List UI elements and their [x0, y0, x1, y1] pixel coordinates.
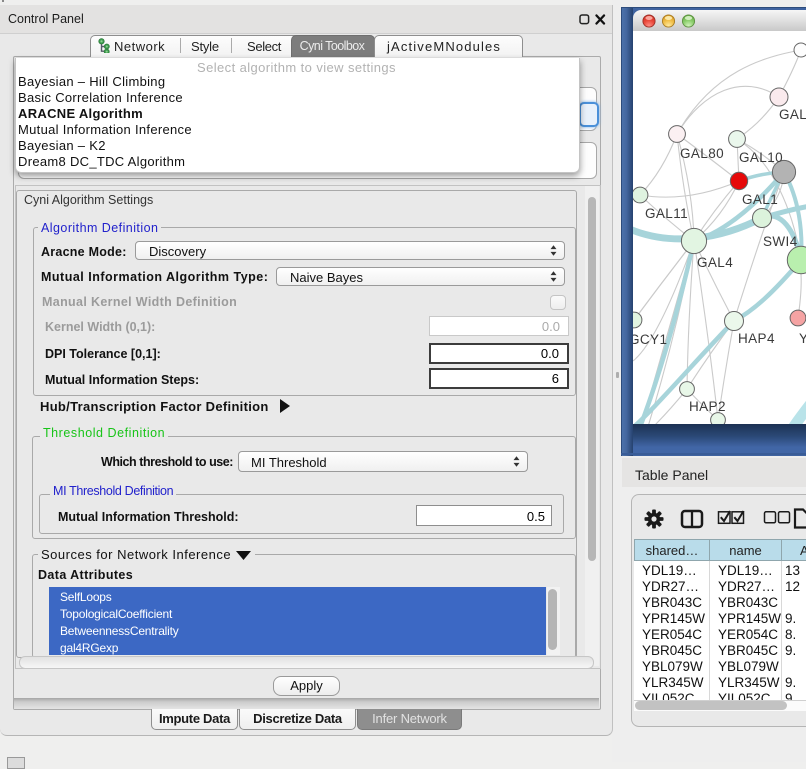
- svg-text:GAL1: GAL1: [742, 192, 778, 207]
- svg-text:SWI4: SWI4: [763, 234, 798, 249]
- svg-text:HAP2: HAP2: [689, 399, 726, 414]
- svg-text:GAL11: GAL11: [645, 206, 688, 221]
- svg-text:YM: YM: [799, 331, 806, 346]
- svg-text:GAL80: GAL80: [680, 146, 724, 161]
- svg-text:HAP4: HAP4: [738, 331, 775, 346]
- svg-text:GAL10: GAL10: [739, 150, 783, 165]
- svg-text:GAL4: GAL4: [697, 255, 733, 270]
- svg-text:GAL7: GAL7: [779, 107, 806, 122]
- svg-text:GCY1: GCY1: [633, 332, 667, 347]
